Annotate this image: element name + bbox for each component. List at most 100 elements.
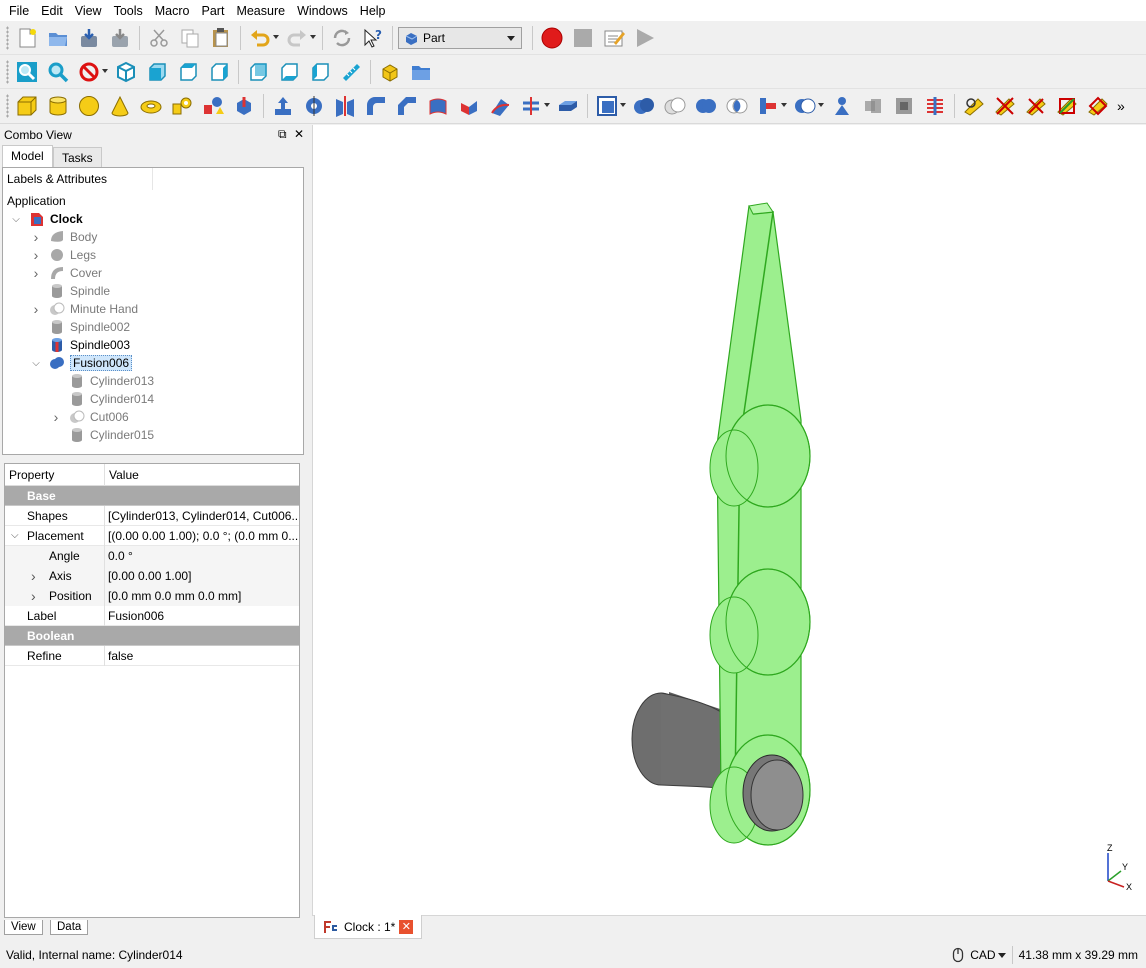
property-value[interactable]: 0.0 ° (105, 545, 299, 566)
toolbar-grip[interactable] (6, 59, 9, 84)
undock-icon[interactable]: ⧉ (278, 127, 287, 142)
toolbar-grip[interactable] (6, 25, 9, 50)
measure-refresh-icon[interactable] (1022, 93, 1049, 119)
chevron-right-icon[interactable]: › (31, 265, 41, 281)
mirror-icon[interactable] (331, 93, 358, 119)
tree-item-spindle003[interactable]: Spindle003 (31, 336, 130, 354)
chevron-right-icon[interactable]: › (31, 229, 41, 245)
tree-item-legs[interactable]: › Legs (31, 246, 96, 264)
common-icon[interactable] (723, 93, 750, 119)
property-value[interactable]: [0.0 mm 0.0 mm 0.0 mm] (105, 585, 299, 606)
macro-edit-icon[interactable] (600, 25, 627, 51)
tab-data[interactable]: Data (50, 920, 89, 935)
menu-file[interactable]: File (4, 4, 36, 18)
tree-item-cylinder013[interactable]: Cylinder013 (51, 372, 154, 390)
chevron-right-icon[interactable]: › (31, 586, 36, 606)
undo-icon[interactable] (246, 25, 279, 51)
redo-icon[interactable] (283, 25, 316, 51)
property-value[interactable]: [0.00 0.00 1.00] (105, 565, 299, 586)
torus-icon[interactable] (137, 93, 164, 119)
front-view-icon[interactable] (143, 59, 170, 85)
menu-tools[interactable]: Tools (109, 4, 150, 18)
tab-model[interactable]: Model (2, 145, 53, 167)
whats-this-icon[interactable]: ? (359, 25, 386, 51)
property-value[interactable]: [Cylinder013, Cylinder014, Cut006... (105, 506, 299, 526)
tree-item-body[interactable]: › Body (31, 228, 98, 246)
loft-icon[interactable] (455, 93, 482, 119)
sphere-icon[interactable] (75, 93, 102, 119)
document-tab[interactable]: Clock : 1* ✕ (314, 915, 422, 939)
left-view-icon[interactable] (306, 59, 333, 85)
ruled-surface-icon[interactable] (424, 93, 451, 119)
primitives-icon[interactable] (199, 93, 226, 119)
workbench-selector[interactable]: Part (398, 26, 522, 49)
macro-record-icon[interactable] (538, 25, 565, 51)
fit-all-icon[interactable] (13, 59, 40, 85)
tree-item-spindle002[interactable]: Spindle002 (31, 318, 130, 336)
tree-item-cover[interactable]: › Cover (31, 264, 102, 282)
property-row-position[interactable]: › Position [0.0 mm 0.0 mm 0.0 mm] (5, 585, 299, 606)
clear-all-icon[interactable] (1053, 93, 1080, 119)
save-icon[interactable] (75, 25, 102, 51)
create-group-icon[interactable] (407, 59, 434, 85)
property-value[interactable]: [(0.00 0.00 1.00); 0.0 °; (0.0 mm 0.... (105, 526, 299, 546)
section-icon[interactable] (517, 93, 550, 119)
rear-view-icon[interactable] (244, 59, 271, 85)
toolbar-grip[interactable] (6, 94, 9, 118)
thickness-icon[interactable] (554, 93, 581, 119)
fit-selection-icon[interactable] (44, 59, 71, 85)
property-group-boolean[interactable]: Boolean (5, 626, 299, 646)
open-folder-icon[interactable] (44, 25, 71, 51)
3d-viewport[interactable]: Z Y X (312, 125, 1146, 915)
sweep-icon[interactable] (486, 93, 513, 119)
close-tab-icon[interactable]: ✕ (399, 919, 414, 934)
cone-icon[interactable] (106, 93, 133, 119)
tree-item-cylinder014[interactable]: Cylinder014 (51, 390, 154, 408)
property-group-base[interactable]: Base (5, 486, 299, 506)
measure-angular-icon[interactable] (991, 93, 1018, 119)
cut-icon[interactable] (145, 25, 172, 51)
tab-view[interactable]: View (4, 920, 43, 935)
right-view-icon[interactable] (205, 59, 232, 85)
projection-icon[interactable] (921, 93, 948, 119)
tree-item-spindle[interactable]: Spindle (31, 282, 110, 300)
chevron-down-icon[interactable]: ⌵ (11, 526, 19, 546)
menu-macro[interactable]: Macro (150, 4, 197, 18)
tree-item-minute-hand[interactable]: › Minute Hand (31, 300, 138, 318)
property-row-refine[interactable]: Refine false (5, 645, 299, 666)
create-tube-icon[interactable] (168, 93, 195, 119)
refresh-icon[interactable] (328, 25, 355, 51)
fillet-icon[interactable] (362, 93, 389, 119)
property-value[interactable]: Fusion006 (105, 606, 299, 626)
macro-stop-icon[interactable] (569, 25, 596, 51)
measure-linear-icon[interactable] (960, 93, 987, 119)
cylinder-icon[interactable] (44, 93, 71, 119)
property-row-angle[interactable]: Angle 0.0 ° (5, 545, 299, 566)
tree-item-fusion006[interactable]: ⌵ Fusion006 (31, 354, 133, 372)
property-column-header[interactable]: Property (5, 464, 105, 486)
attachment-icon[interactable] (890, 93, 917, 119)
toggle-all-icon[interactable] (1084, 93, 1111, 119)
menu-windows[interactable]: Windows (292, 4, 355, 18)
paste-icon[interactable] (207, 25, 234, 51)
value-column-header[interactable]: Value (105, 464, 139, 486)
toolbar-overflow-icon[interactable]: » (1117, 98, 1125, 114)
navigation-style[interactable]: CAD (970, 948, 995, 962)
join-features-icon[interactable] (754, 93, 787, 119)
chamfer-icon[interactable] (393, 93, 420, 119)
menu-part[interactable]: Part (197, 4, 232, 18)
extrude-icon[interactable] (269, 93, 296, 119)
chevron-right-icon[interactable]: › (51, 409, 61, 425)
cut-boolean-icon[interactable] (661, 93, 688, 119)
chevron-right-icon[interactable]: › (31, 301, 41, 317)
fuse-icon[interactable] (692, 93, 719, 119)
property-row-shapes[interactable]: Shapes [Cylinder013, Cylinder014, Cut006.… (5, 505, 299, 526)
macro-play-icon[interactable] (631, 25, 658, 51)
chevron-down-icon[interactable]: ⌵ (31, 358, 41, 369)
draw-style-icon[interactable] (75, 59, 108, 85)
new-document-icon[interactable] (13, 25, 40, 51)
tree-item-cut006[interactable]: › Cut006 (51, 408, 129, 426)
isometric-view-icon[interactable] (112, 59, 139, 85)
property-row-axis[interactable]: › Axis [0.00 0.00 1.00] (5, 565, 299, 586)
split-tools-icon[interactable] (791, 93, 824, 119)
